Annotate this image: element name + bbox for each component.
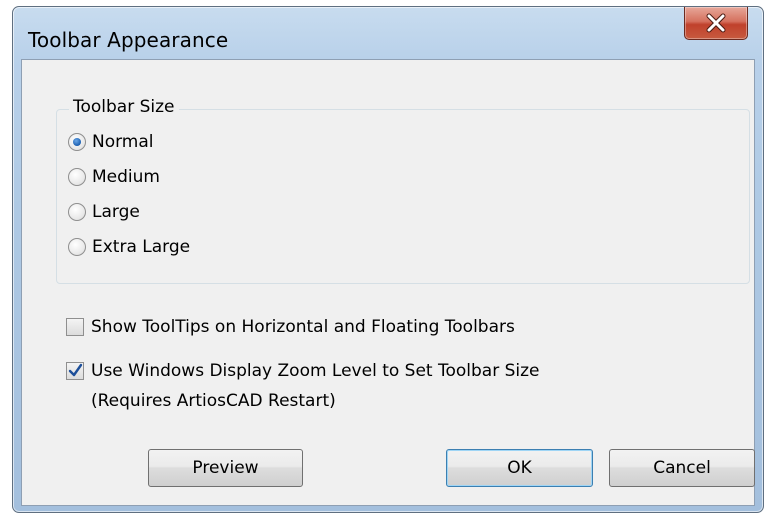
radio-medium-label: Medium <box>92 167 160 187</box>
dialog-window: Toolbar Appearance Toolbar Size Normal M… <box>12 6 764 513</box>
radio-button-checked[interactable] <box>68 133 86 151</box>
radio-button[interactable] <box>68 203 86 221</box>
title-bar[interactable]: Toolbar Appearance <box>13 7 763 67</box>
radio-large[interactable]: Large <box>68 199 140 225</box>
dialog-title: Toolbar Appearance <box>28 28 229 52</box>
show-tooltips-label: Show ToolTips on Horizontal and Floating… <box>91 317 515 337</box>
dialog-content: Toolbar Size Normal Medium Large Extra L… <box>21 59 755 506</box>
show-tooltips-option[interactable]: Show ToolTips on Horizontal and Floating… <box>66 317 515 337</box>
radio-normal-label: Normal <box>92 132 154 152</box>
radio-button[interactable] <box>68 238 86 256</box>
use-zoom-option[interactable]: Use Windows Display Zoom Level to Set To… <box>66 361 540 381</box>
ok-button[interactable]: OK <box>446 449 593 487</box>
radio-button[interactable] <box>68 168 86 186</box>
close-button[interactable] <box>684 7 748 40</box>
radio-medium[interactable]: Medium <box>68 164 160 190</box>
toolbar-size-group-label: Toolbar Size <box>69 97 179 117</box>
checkmark-icon <box>68 363 83 377</box>
radio-normal[interactable]: Normal <box>68 129 154 155</box>
use-zoom-label: Use Windows Display Zoom Level to Set To… <box>91 361 540 381</box>
preview-button[interactable]: Preview <box>148 449 303 487</box>
radio-extra-large[interactable]: Extra Large <box>68 234 190 260</box>
use-zoom-checkbox[interactable] <box>66 362 84 380</box>
cancel-button[interactable]: Cancel <box>609 449 755 487</box>
radio-large-label: Large <box>92 202 140 222</box>
show-tooltips-checkbox[interactable] <box>66 318 84 336</box>
radio-extra-large-label: Extra Large <box>92 237 191 257</box>
restart-note: (Requires ArtiosCAD Restart) <box>91 391 336 411</box>
close-x-icon <box>706 13 726 33</box>
